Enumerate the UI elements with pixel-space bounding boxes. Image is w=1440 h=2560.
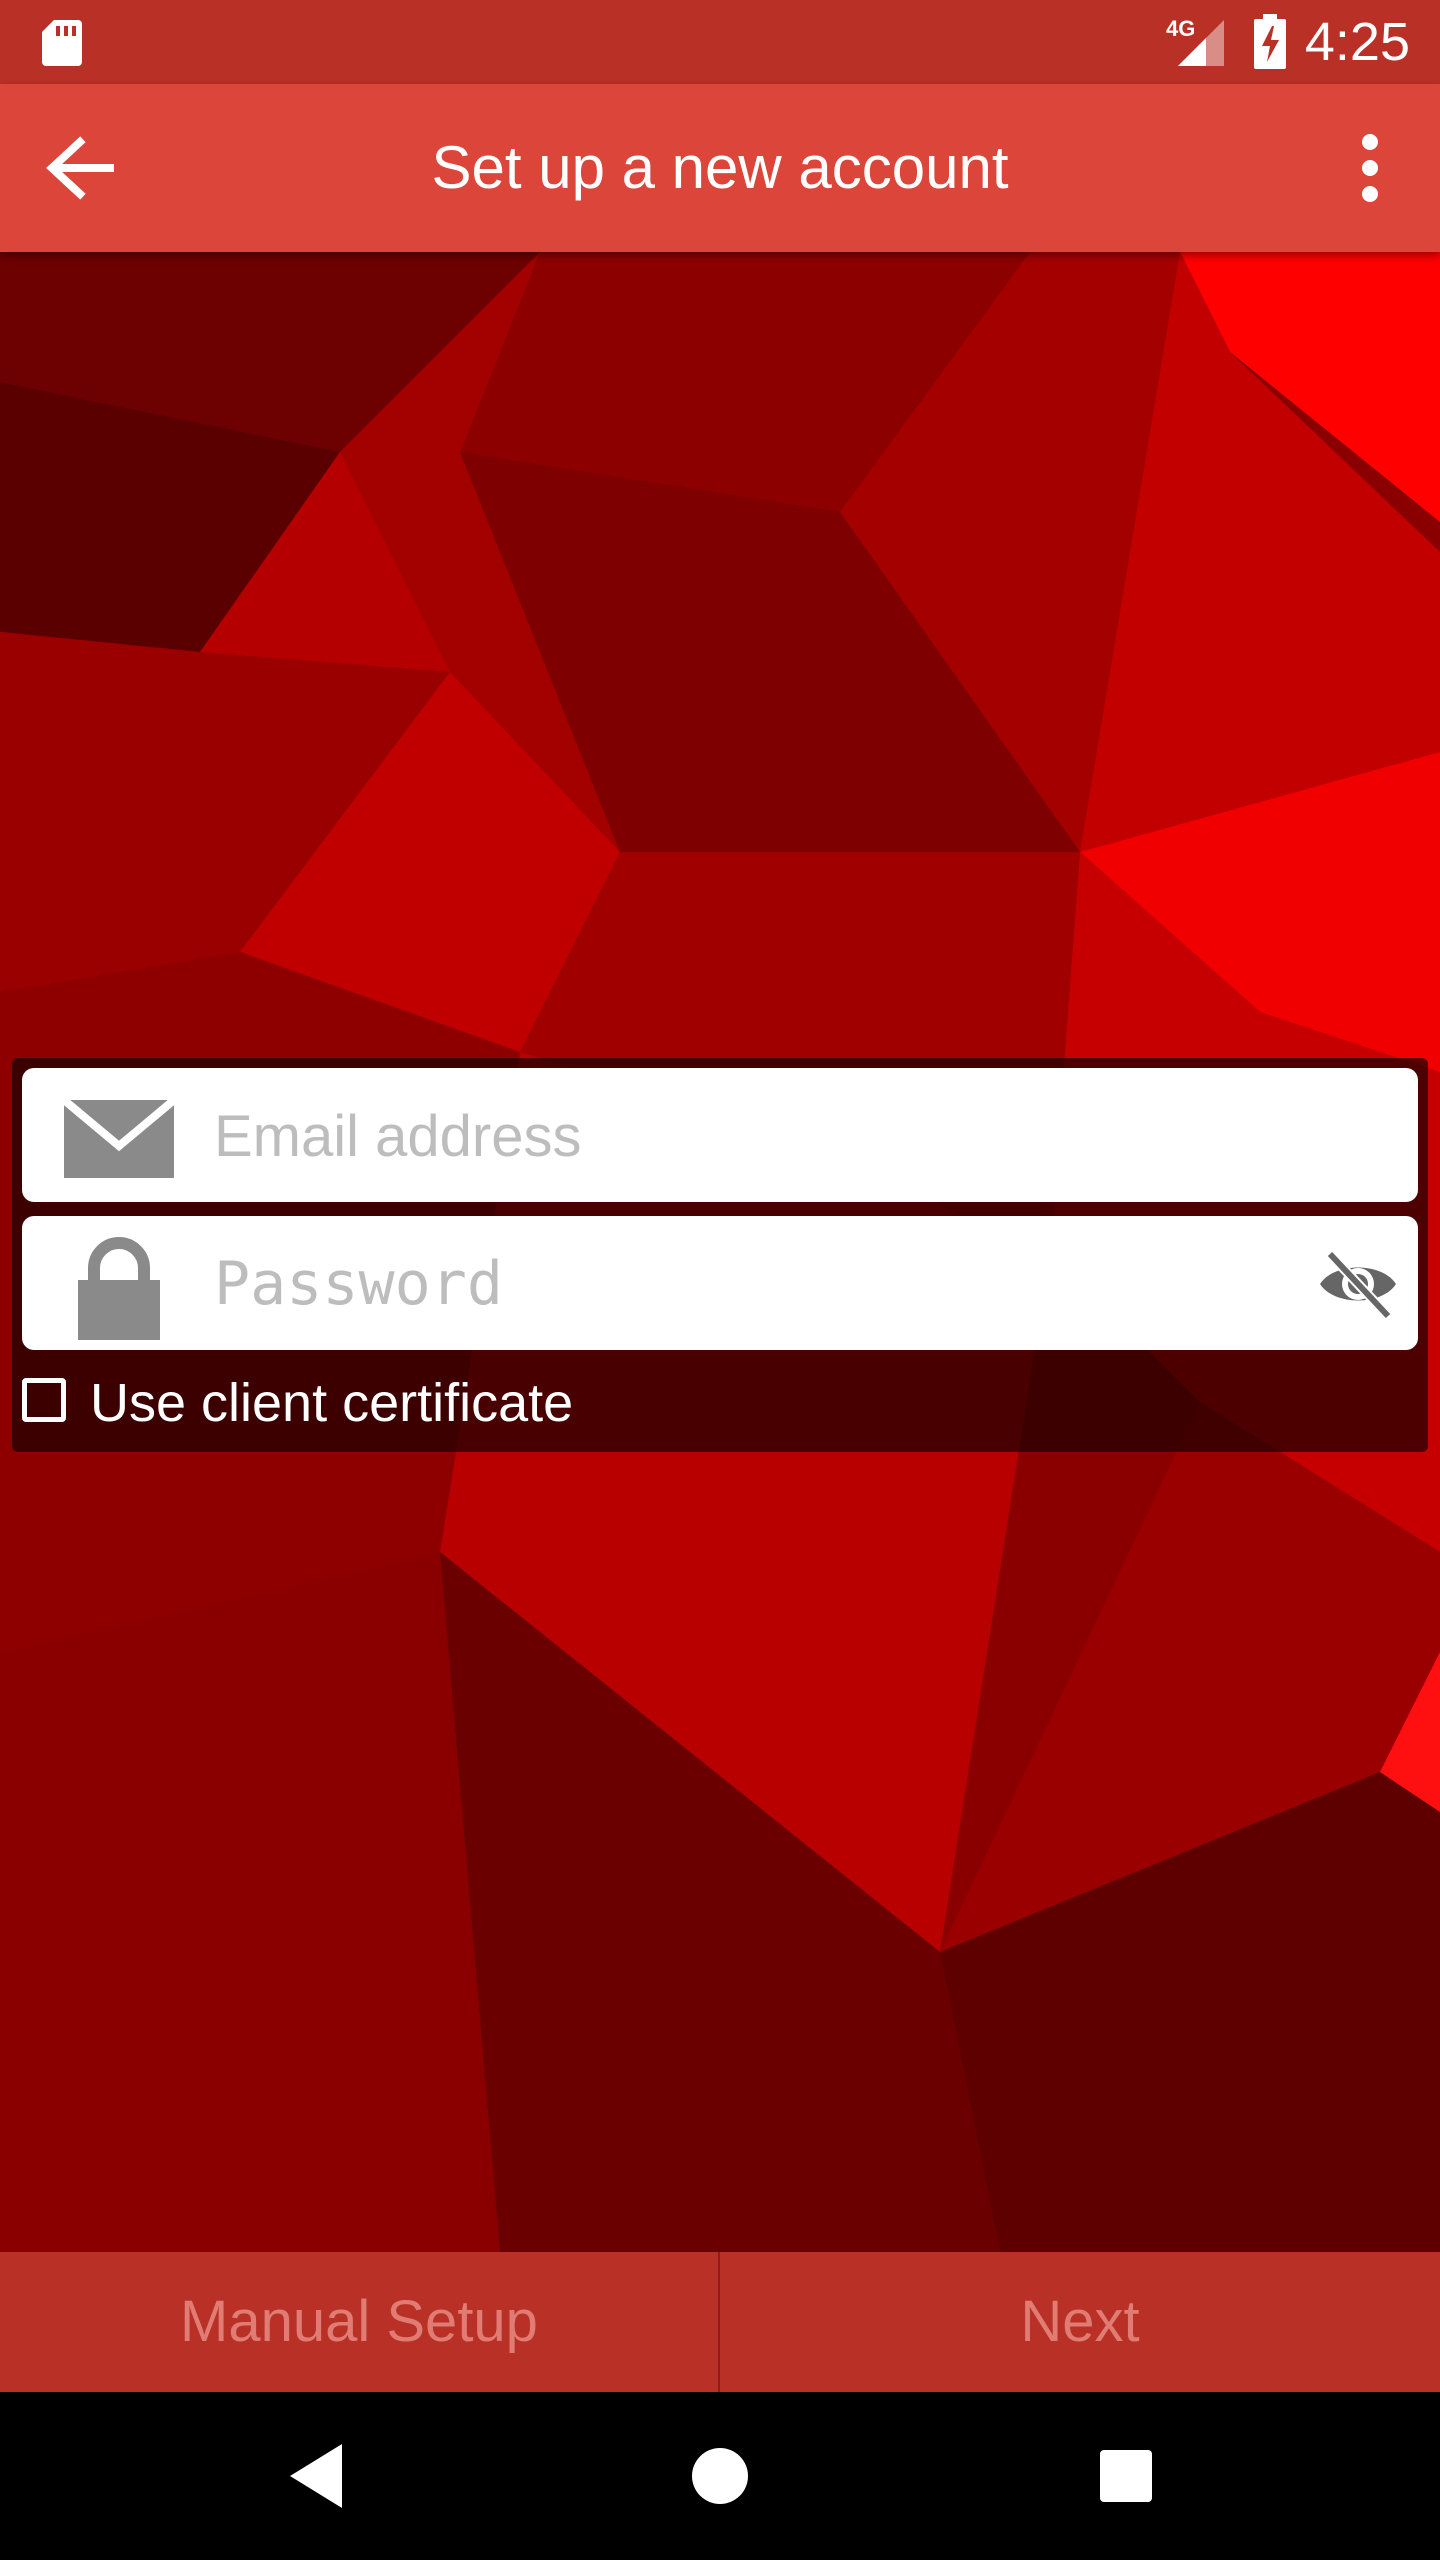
battery-charging-icon — [1254, 14, 1286, 69]
lock-icon — [78, 1237, 160, 1340]
client-certificate-label: Use client certificate — [90, 1373, 574, 1433]
eye-off-icon[interactable] — [1316, 1246, 1400, 1322]
email-input[interactable] — [212, 1068, 1396, 1204]
app-bar: Set up a new account — [0, 84, 1440, 252]
password-input[interactable] — [212, 1216, 1276, 1352]
system-navigation-bar — [0, 2392, 1440, 2560]
next-button[interactable]: Next — [720, 2252, 1440, 2392]
nav-back-icon[interactable] — [282, 2436, 352, 2516]
screen: 4G 4:25 Set up a new account Email addre… — [0, 0, 1440, 2560]
sd-card-icon — [42, 20, 82, 66]
bottom-action-bar: Manual Setup Next — [0, 2252, 1440, 2392]
account-form-panel: Use client certificate — [12, 1058, 1428, 1452]
envelope-icon — [61, 1096, 177, 1178]
nav-recent-icon[interactable] — [1098, 2440, 1154, 2512]
status-bar: 4G 4:25 — [0, 0, 1440, 84]
nav-home-icon[interactable] — [690, 2436, 750, 2516]
cellular-signal-icon — [1178, 20, 1224, 66]
more-vert-icon[interactable] — [1340, 128, 1400, 208]
password-field[interactable] — [22, 1216, 1418, 1352]
client-certificate-checkbox[interactable] — [22, 1378, 66, 1422]
page-title: Set up a new account — [431, 134, 1009, 201]
manual-setup-button[interactable]: Manual Setup — [0, 2252, 718, 2392]
status-clock: 4:25 — [1304, 12, 1410, 72]
email-field[interactable] — [22, 1068, 1418, 1204]
